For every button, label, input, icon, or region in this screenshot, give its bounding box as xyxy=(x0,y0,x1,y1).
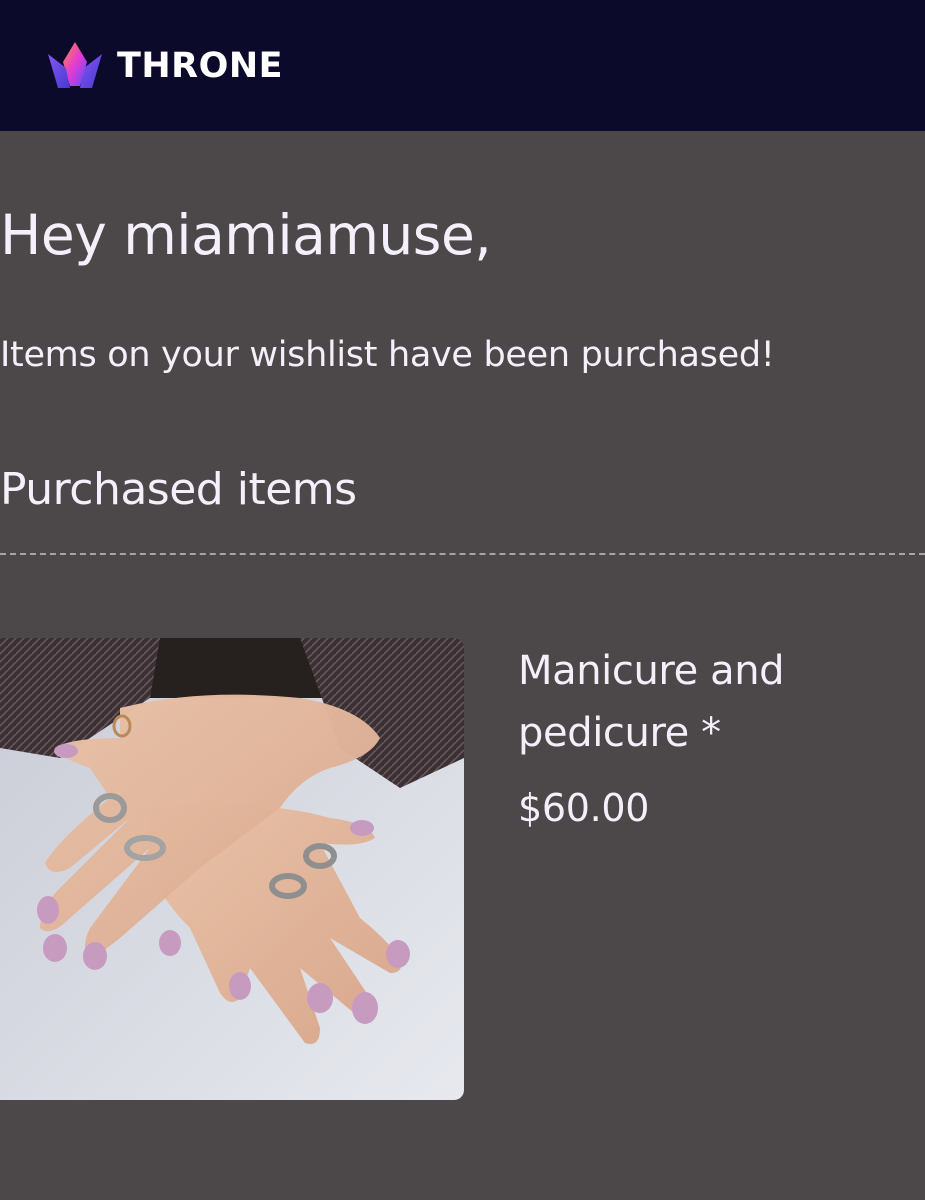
purchase-message: Items on your wishlist have been purchas… xyxy=(0,335,775,375)
dashed-divider xyxy=(0,553,925,555)
greeting-heading: Hey miamiamuse, xyxy=(0,203,492,267)
item-name[interactable]: Manicure and pedicure * xyxy=(518,640,898,764)
brand-name[interactable]: THRONE xyxy=(117,44,283,88)
manicured-hands-photo xyxy=(0,638,464,1100)
item-price: $60.00 xyxy=(518,786,650,830)
crown-icon[interactable] xyxy=(46,40,104,90)
item-image[interactable] xyxy=(0,638,464,1100)
purchased-items-title: Purchased items xyxy=(0,464,357,515)
app-header: THRONE xyxy=(0,0,925,131)
